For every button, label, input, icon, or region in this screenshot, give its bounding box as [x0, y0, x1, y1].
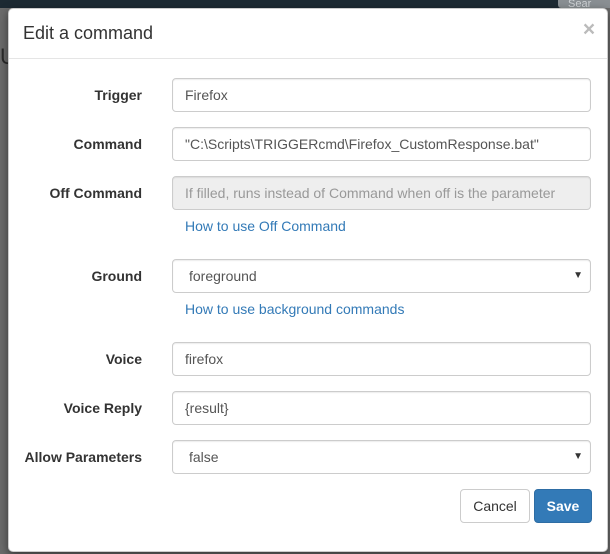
caret-down-icon: ▼	[573, 270, 583, 281]
trigger-input[interactable]	[172, 78, 591, 112]
background-commands-help-link[interactable]: How to use background commands	[185, 299, 404, 319]
ground-selected-value: foreground	[189, 268, 257, 284]
allow-parameters-select[interactable]: false ▼	[172, 440, 591, 474]
off-command-help-link[interactable]: How to use Off Command	[185, 216, 346, 236]
cancel-button[interactable]: Cancel	[460, 489, 530, 523]
caret-down-icon: ▼	[573, 451, 583, 462]
off-command-label: Off Command	[49, 185, 142, 201]
voice-label: Voice	[105, 351, 142, 367]
off-command-input[interactable]	[172, 176, 591, 210]
background-topbar	[0, 0, 610, 8]
voice-reply-label: Voice Reply	[63, 400, 142, 416]
allow-parameters-label: Allow Parameters	[24, 449, 143, 465]
dialog-title: Edit a command	[23, 23, 154, 43]
voice-input[interactable]	[172, 342, 591, 376]
command-input[interactable]	[172, 127, 591, 161]
voice-reply-input[interactable]	[172, 391, 591, 425]
command-label: Command	[73, 136, 142, 152]
dialog-header: Edit a command ×	[9, 9, 607, 59]
ground-label: Ground	[91, 268, 142, 284]
edit-command-dialog: Edit a command × Trigger Command Off Com…	[8, 8, 608, 552]
save-button[interactable]: Save	[534, 489, 592, 523]
ground-select[interactable]: foreground ▼	[172, 259, 591, 293]
background-search-box: Sear	[558, 0, 610, 10]
close-icon[interactable]: ×	[581, 19, 597, 41]
trigger-label: Trigger	[94, 87, 142, 103]
allow-parameters-selected-value: false	[189, 449, 219, 465]
